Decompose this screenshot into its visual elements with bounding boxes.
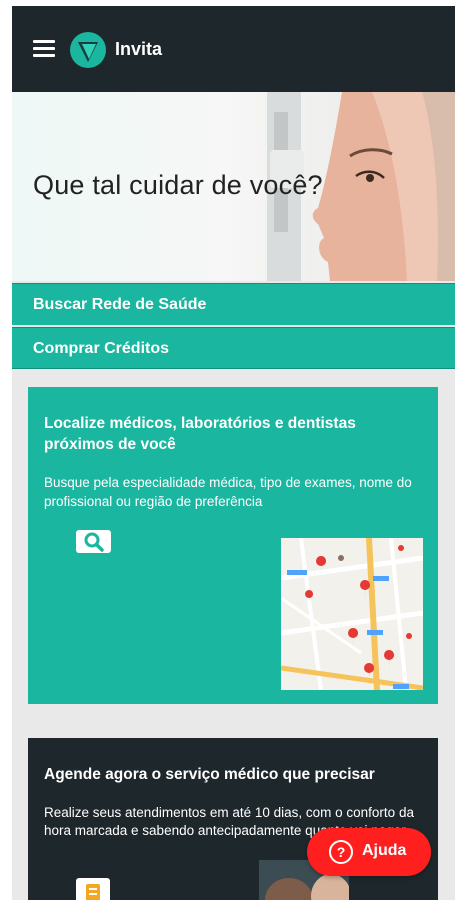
buy-credits-button[interactable]: Comprar Créditos xyxy=(12,327,455,369)
search-button[interactable] xyxy=(76,530,111,553)
app-screen: Invita Que tal cuidar de você? Buscar Re… xyxy=(12,6,455,900)
brand-name: Invita xyxy=(115,39,163,59)
help-label: Ajuda xyxy=(362,842,407,859)
menu-icon[interactable] xyxy=(33,40,55,57)
calendar-icon xyxy=(76,878,110,900)
schedule-card-title: Agende agora o serviço médico que precis… xyxy=(44,766,375,783)
help-button[interactable]: ? Ajuda xyxy=(307,828,431,876)
locate-card-title: Localize médicos, laboratórios e dentist… xyxy=(44,415,356,453)
app-bar: Invita xyxy=(12,6,455,92)
locate-card[interactable]: Localize médicos, laboratórios e dentist… xyxy=(28,387,438,704)
hero-headline: Que tal cuidar de você? xyxy=(33,170,323,200)
search-icon xyxy=(84,532,104,552)
map-icon xyxy=(281,538,423,690)
locate-card-description: Busque pela especialidade médica, tipo d… xyxy=(44,475,412,509)
hero-banner: Que tal cuidar de você? xyxy=(12,92,455,281)
question-icon: ? xyxy=(329,840,353,864)
invita-logo xyxy=(70,32,106,68)
search-health-network-button[interactable]: Buscar Rede de Saúde xyxy=(12,283,455,325)
